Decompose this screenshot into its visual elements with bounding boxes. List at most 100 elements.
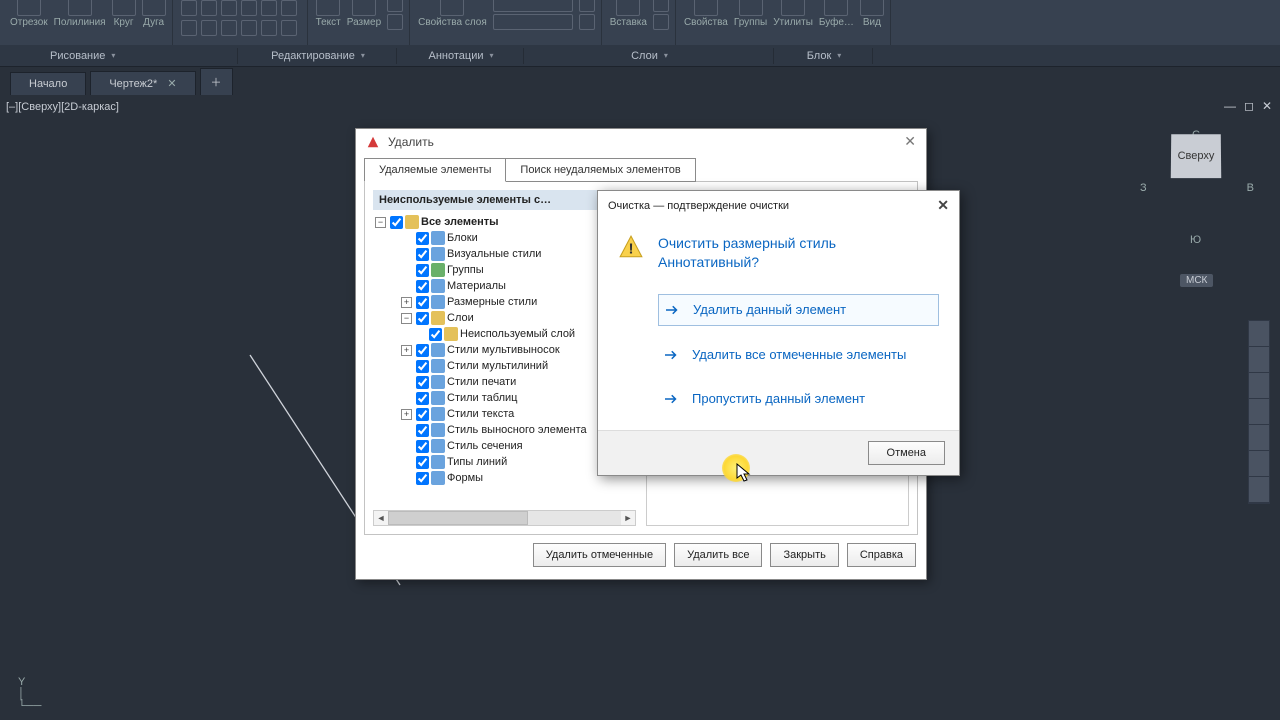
panel-clipboard[interactable]: Буфе…: [819, 0, 854, 28]
category-icon: [431, 455, 445, 469]
category-icon: [431, 343, 445, 357]
anno-tool[interactable]: [387, 14, 403, 30]
cat-anno[interactable]: Аннотации▾: [399, 48, 524, 64]
minimize-icon[interactable]: —: [1224, 99, 1236, 113]
action-skip[interactable]: Пропустить данный элемент: [658, 384, 939, 414]
tree-checkbox[interactable]: [390, 216, 403, 229]
nav-button[interactable]: [1249, 399, 1269, 425]
tree-checkbox[interactable]: [416, 232, 429, 245]
panel-view[interactable]: Вид: [860, 0, 884, 28]
help-button[interactable]: Справка: [847, 543, 916, 567]
tree-checkbox[interactable]: [416, 296, 429, 309]
edit-tool[interactable]: [281, 20, 297, 36]
horizontal-scrollbar[interactable]: ◄ ►: [373, 510, 636, 526]
panel-utils[interactable]: Утилиты: [773, 0, 813, 28]
nav-button[interactable]: [1249, 477, 1269, 503]
expand-icon[interactable]: +: [401, 409, 412, 420]
tree-checkbox[interactable]: [416, 360, 429, 373]
tool-text[interactable]: Текст: [316, 0, 341, 28]
edit-tool[interactable]: [201, 20, 217, 36]
edit-tool[interactable]: [221, 20, 237, 36]
edit-tool[interactable]: [221, 0, 237, 16]
tool-dimension[interactable]: Размер: [347, 0, 381, 28]
maximize-icon[interactable]: ◻: [1244, 99, 1254, 113]
cat-draw[interactable]: Рисование▾: [2, 48, 238, 64]
tab-purgeable[interactable]: Удаляемые элементы: [364, 158, 506, 182]
tree-checkbox[interactable]: [416, 424, 429, 437]
tree-checkbox[interactable]: [416, 408, 429, 421]
tree-checkbox[interactable]: [416, 376, 429, 389]
tool-layerprops[interactable]: Свойства слоя: [418, 0, 487, 28]
close-icon[interactable]: ✕: [167, 77, 176, 90]
purge-all-button[interactable]: Удалить все: [674, 543, 762, 567]
nav-button[interactable]: [1249, 425, 1269, 451]
tree-checkbox[interactable]: [416, 312, 429, 325]
cat-block[interactable]: Блок▾: [776, 48, 873, 64]
edit-tool[interactable]: [281, 0, 297, 16]
edit-tool[interactable]: [241, 20, 257, 36]
expand-icon[interactable]: −: [375, 217, 386, 228]
doc-tab-drawing[interactable]: Чертеж2*✕: [90, 71, 195, 95]
close-icon[interactable]: ✕: [1262, 99, 1272, 113]
category-icon: [431, 391, 445, 405]
tree-checkbox[interactable]: [416, 248, 429, 261]
confirm-close-icon[interactable]: ✕: [937, 197, 949, 214]
cancel-button[interactable]: Отмена: [868, 441, 945, 465]
expand-icon[interactable]: +: [401, 297, 412, 308]
tool-line[interactable]: Отрезок: [10, 0, 48, 28]
anno-tool[interactable]: [387, 0, 403, 12]
edit-tool[interactable]: [241, 0, 257, 16]
layer-tool[interactable]: [493, 0, 573, 12]
app-logo-icon: [366, 135, 380, 149]
tool-circle[interactable]: Круг: [112, 0, 136, 28]
tab-nonpurgeable[interactable]: Поиск неудаляемых элементов: [506, 158, 695, 182]
panel-props[interactable]: Свойства: [684, 0, 728, 28]
doc-tab-new[interactable]: ＋: [200, 68, 233, 95]
confirm-dialog: Очистка — подтверждение очистки ✕ ! Очис…: [597, 190, 960, 476]
nav-button[interactable]: [1249, 321, 1269, 347]
expand-icon[interactable]: −: [401, 313, 412, 324]
scroll-right-icon[interactable]: ►: [621, 513, 635, 523]
cat-layers[interactable]: Слои▾: [526, 48, 774, 64]
panel-groups[interactable]: Группы: [734, 0, 767, 28]
block-tool[interactable]: [653, 0, 669, 12]
layer-tool[interactable]: [579, 0, 595, 12]
tree-checkbox[interactable]: [429, 328, 442, 341]
viewport-label[interactable]: [–][Сверху][2D-каркас]: [6, 101, 119, 113]
close-button[interactable]: Закрыть: [770, 543, 838, 567]
svg-text:!: !: [628, 241, 633, 258]
tool-polyline[interactable]: Полилиния: [54, 0, 106, 28]
doc-tab-start[interactable]: Начало: [10, 72, 86, 95]
nav-button[interactable]: [1249, 347, 1269, 373]
category-icon: [431, 359, 445, 373]
action-purge-all[interactable]: Удалить все отмеченные элементы: [658, 340, 939, 370]
layer-tool[interactable]: [493, 14, 573, 30]
tool-insert[interactable]: Вставка: [610, 0, 647, 28]
nav-button[interactable]: [1249, 373, 1269, 399]
category-icon: [431, 423, 445, 437]
tree-checkbox[interactable]: [416, 456, 429, 469]
edit-tool[interactable]: [261, 20, 277, 36]
edit-tool[interactable]: [181, 0, 197, 16]
expand-icon[interactable]: +: [401, 345, 412, 356]
cat-edit[interactable]: Редактирование▾: [240, 48, 397, 64]
block-tool[interactable]: [653, 14, 669, 30]
layer-tool[interactable]: [579, 14, 595, 30]
tree-checkbox[interactable]: [416, 280, 429, 293]
nav-button[interactable]: [1249, 451, 1269, 477]
tree-checkbox[interactable]: [416, 392, 429, 405]
tree-checkbox[interactable]: [416, 440, 429, 453]
edit-tool[interactable]: [181, 20, 197, 36]
scroll-left-icon[interactable]: ◄: [374, 513, 388, 523]
action-purge-this[interactable]: Удалить данный элемент: [658, 294, 939, 326]
warning-icon: !: [618, 234, 644, 260]
purge-checked-button[interactable]: Удалить отмеченные: [533, 543, 666, 567]
tree-checkbox[interactable]: [416, 344, 429, 357]
tree-checkbox[interactable]: [416, 472, 429, 485]
edit-tool[interactable]: [201, 0, 217, 16]
tree-checkbox[interactable]: [416, 264, 429, 277]
edit-tool[interactable]: [261, 0, 277, 16]
dialog-close-icon[interactable]: ✕: [904, 133, 916, 150]
category-icon: [431, 471, 445, 485]
tool-arc[interactable]: Дуга: [142, 0, 166, 28]
